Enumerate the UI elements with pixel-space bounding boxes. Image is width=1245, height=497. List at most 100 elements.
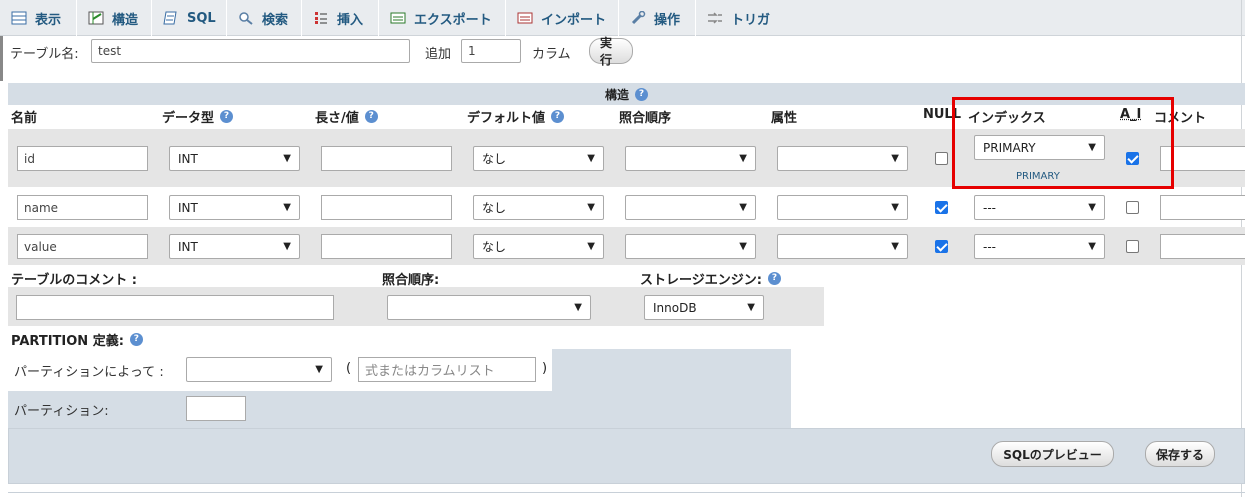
help-icon[interactable]: ? (220, 110, 234, 123)
tab-search[interactable]: 検索 (227, 0, 302, 36)
attribute-select[interactable]: ▼ (777, 195, 908, 220)
partition-by-label: パーティションによって : (14, 365, 164, 380)
default-select[interactable]: なし ▼ (473, 195, 604, 220)
chevron-down-icon: ▼ (587, 153, 595, 164)
index-select[interactable]: --- ▼ (974, 195, 1105, 220)
help-icon[interactable]: ? (364, 110, 378, 123)
select-value: INT (178, 200, 198, 215)
save-button[interactable]: 保存する (1145, 441, 1215, 467)
chevron-down-icon: ▼ (891, 202, 899, 213)
table-name-input[interactable]: test (91, 39, 410, 63)
select-value: InnoDB (653, 300, 697, 315)
header-length: 長さ/値? (315, 107, 378, 126)
chevron-down-icon: ▼ (739, 202, 747, 213)
help-icon[interactable]: ? (767, 272, 781, 285)
tab-label: 操作 (654, 12, 681, 28)
structure-title: 構造 (604, 87, 629, 102)
tab-operations[interactable]: 操作 (619, 0, 696, 36)
null-checkbox[interactable] (935, 152, 948, 165)
add-label: 追加 (425, 47, 452, 62)
attribute-select[interactable]: ▼ (777, 234, 908, 259)
ai-checkbox[interactable] (1126, 201, 1139, 214)
table-comment-label: テーブルのコメント : (11, 273, 137, 288)
chevron-down-icon: ▼ (283, 241, 291, 252)
type-select[interactable]: INT ▼ (169, 234, 300, 259)
tab-label: 構造 (112, 12, 139, 28)
export-icon (390, 11, 406, 25)
chevron-down-icon: ▼ (587, 202, 595, 213)
partition-title: PARTITION 定義: (11, 334, 124, 349)
chevron-down-icon: ▼ (315, 364, 323, 375)
index-select[interactable]: --- ▼ (974, 234, 1105, 259)
default-select[interactable]: なし ▼ (473, 234, 604, 259)
chevron-down-icon: ▼ (739, 241, 747, 252)
null-checkbox[interactable] (935, 240, 948, 253)
collation-label: 照合順序: (382, 273, 440, 288)
tab-label: エクスポート (414, 12, 492, 28)
operations-icon (630, 10, 646, 25)
length-input[interactable] (321, 234, 452, 259)
partition-by-select[interactable]: ▼ (186, 357, 332, 382)
tab-triggers[interactable]: トリガ (696, 0, 778, 36)
select-value: なし (482, 152, 507, 166)
help-icon[interactable]: ? (551, 110, 565, 123)
table-comment-input[interactable] (16, 295, 334, 320)
header-label: データ型 (162, 111, 215, 126)
tab-browse[interactable]: 表示 (0, 0, 77, 36)
column-name-input[interactable]: name (17, 195, 148, 220)
tab-import[interactable]: インポート (506, 0, 619, 36)
attribute-select[interactable]: ▼ (777, 146, 908, 171)
tab-bar: 表示 構造 SQL 検索 挿入 エクスポート インポート 操作 トリガ (0, 0, 1245, 36)
chevron-down-icon: ▼ (587, 241, 595, 252)
header-collation: 照合順序 (619, 107, 671, 126)
tab-sql[interactable]: SQL (152, 0, 227, 36)
comment-input[interactable] (1160, 195, 1245, 220)
partition-title-group: PARTITION 定義: ? (11, 330, 143, 349)
column-name-input[interactable]: value (17, 234, 148, 259)
partitions-label: パーティション: (14, 404, 109, 419)
partition-expression-input[interactable]: 式またはカラムリスト (358, 357, 536, 382)
engine-select[interactable]: InnoDB ▼ (644, 295, 764, 320)
type-select[interactable]: INT ▼ (169, 146, 300, 171)
execute-button[interactable]: 実行 (589, 36, 633, 67)
triggers-icon (707, 11, 723, 25)
chevron-down-icon: ▼ (574, 302, 582, 313)
highlight-box (952, 97, 1174, 189)
type-select[interactable]: INT ▼ (169, 195, 300, 220)
tab-export[interactable]: エクスポート (379, 0, 506, 36)
chevron-down-icon: ▼ (283, 202, 291, 213)
engine-label: ストレージエンジン: (640, 273, 762, 288)
length-input[interactable] (321, 146, 452, 171)
partitions-count-input[interactable] (186, 396, 246, 421)
table-name-label: テーブル名: (10, 47, 79, 62)
collation-select[interactable]: ▼ (625, 195, 756, 220)
collation-select[interactable]: ▼ (625, 146, 756, 171)
add-column-count-input[interactable]: 1 (461, 39, 521, 63)
help-icon[interactable]: ? (129, 333, 143, 346)
help-icon[interactable]: ? (635, 87, 648, 101)
column-name-input[interactable]: id (17, 146, 148, 171)
header-attributes: 属性 (771, 107, 797, 126)
length-input[interactable] (321, 195, 452, 220)
default-select[interactable]: なし ▼ (473, 146, 604, 171)
sql-preview-button[interactable]: SQLのプレビュー (991, 441, 1114, 467)
tab-label: 検索 (262, 12, 289, 28)
tab-label: SQL (187, 10, 216, 26)
left-border (0, 36, 3, 81)
collation-select[interactable]: ▼ (625, 234, 756, 259)
tab-label: インポート (541, 12, 607, 28)
select-value: INT (178, 239, 198, 254)
header-type: データ型? (162, 107, 234, 126)
select-value: --- (983, 200, 996, 215)
tab-insert[interactable]: 挿入 (302, 0, 379, 36)
ai-checkbox[interactable] (1126, 240, 1139, 253)
null-checkbox[interactable] (935, 201, 948, 214)
tab-structure[interactable]: 構造 (77, 0, 152, 36)
import-icon (517, 11, 533, 25)
select-value: INT (178, 151, 198, 166)
select-value: なし (482, 201, 507, 215)
table-collation-select[interactable]: ▼ (387, 295, 591, 320)
select-value: なし (482, 240, 507, 254)
comment-input[interactable] (1160, 234, 1245, 259)
sql-icon (163, 11, 179, 25)
